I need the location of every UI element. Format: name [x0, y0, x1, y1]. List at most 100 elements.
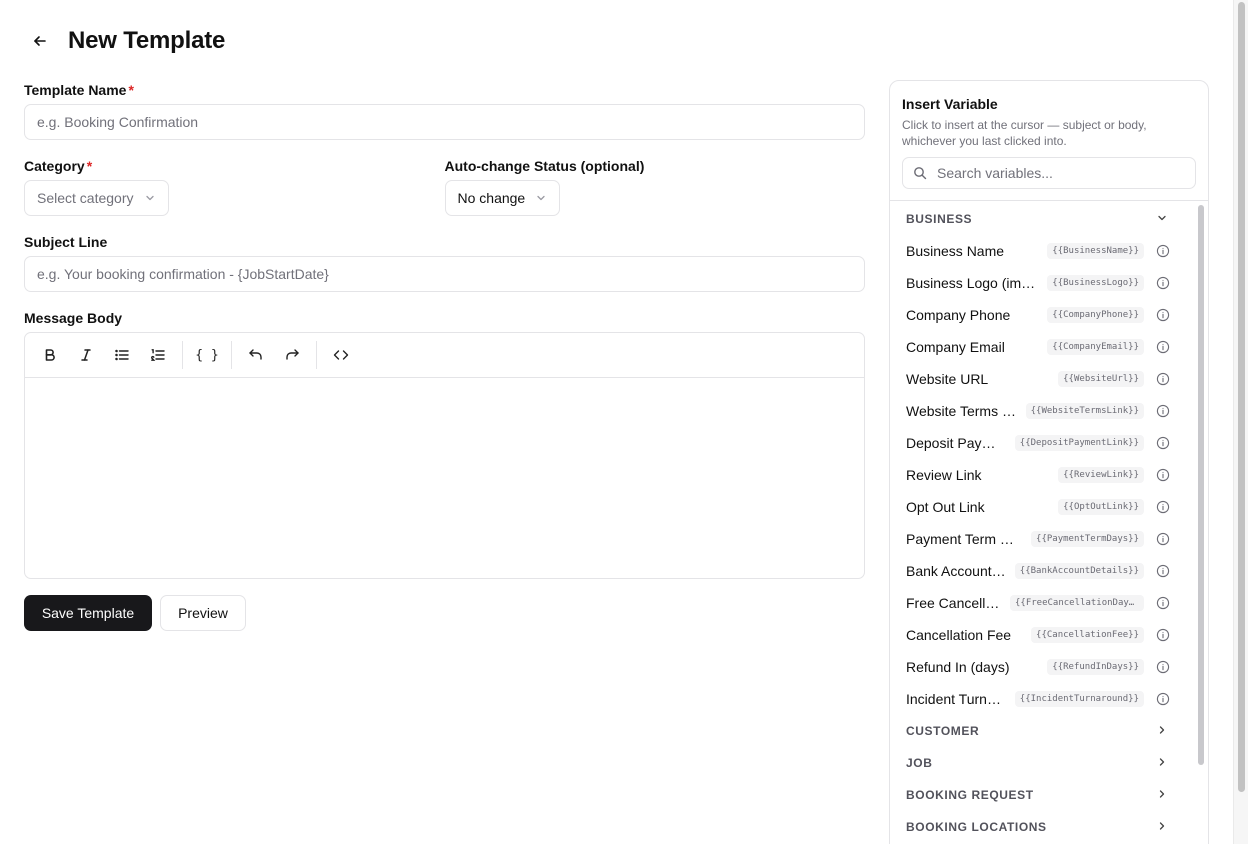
bullet-list-icon — [115, 349, 129, 361]
variable-item[interactable]: Company Email {{CompanyEmail}} — [890, 331, 1194, 363]
variable-search-input[interactable]: Search variables... — [902, 157, 1196, 189]
group-business[interactable]: BUSINESS — [890, 203, 1194, 235]
toolbar-divider — [316, 341, 317, 369]
message-body-label: Message Body — [24, 310, 123, 326]
variable-label: Cancellation Fee — [906, 627, 1012, 643]
variable-item[interactable]: Website URL {{WebsiteUrl}} — [890, 363, 1194, 395]
variable-item[interactable]: Review Link {{ReviewLink}} — [890, 459, 1194, 491]
back-button[interactable] — [24, 25, 56, 57]
category-select[interactable]: Select category — [24, 180, 169, 216]
ordered-list-button[interactable] — [140, 339, 176, 371]
info-icon[interactable] — [1156, 308, 1170, 322]
editor-toolbar: { } — [25, 333, 864, 378]
variable-item[interactable]: Refund In (days) {{RefundInDays}} — [890, 651, 1194, 683]
group-booking-locations[interactable]: BOOKING LOCATIONS — [890, 811, 1194, 843]
required-mark: * — [128, 82, 134, 98]
info-icon[interactable] — [1156, 692, 1170, 706]
variable-code: {{FreeCancellationDays}} — [1010, 595, 1144, 611]
variable-label: Incident Turnaround — [906, 691, 1015, 707]
variable-item[interactable]: Payment Term Days {{PaymentTermDays}} — [890, 523, 1194, 555]
info-icon[interactable] — [1156, 276, 1170, 290]
variable-item[interactable]: Free Cancellation Days{{FreeCancellation… — [890, 587, 1194, 619]
info-icon[interactable] — [1156, 244, 1170, 258]
variable-item[interactable]: Bank Account Details{{BankAccountDetails… — [890, 555, 1194, 587]
message-body-content[interactable] — [25, 378, 864, 578]
group-job[interactable]: JOB — [890, 747, 1194, 779]
variable-item[interactable]: Opt Out Link {{OptOutLink}} — [890, 491, 1194, 523]
subject-placeholder: e.g. Your booking confirmation - {JobSta… — [37, 266, 329, 282]
save-template-button[interactable]: Save Template — [24, 595, 152, 631]
auto-status-select[interactable]: No change — [444, 180, 561, 216]
insert-variable-button[interactable]: { } — [189, 339, 225, 371]
redo-button[interactable] — [274, 339, 310, 371]
variable-code: {{IncidentTurnaround}} — [1014, 691, 1144, 707]
bullet-list-button[interactable] — [104, 339, 140, 371]
chevron-down-icon — [144, 192, 156, 204]
ordered-list-icon — [151, 349, 165, 361]
code-view-button[interactable] — [323, 339, 359, 371]
italic-button[interactable] — [68, 339, 104, 371]
chevron-down-icon — [1156, 212, 1168, 227]
info-icon[interactable] — [1156, 436, 1170, 450]
variable-label: Company Phone — [906, 307, 1011, 323]
variable-label: Free Cancellation Days — [906, 595, 1010, 611]
info-icon[interactable] — [1156, 628, 1170, 642]
auto-status-select-value: No change — [457, 190, 526, 206]
info-icon[interactable] — [1156, 404, 1170, 418]
category-select-value: Select category — [37, 190, 134, 206]
group-customer[interactable]: CUSTOMER — [890, 715, 1194, 747]
chevron-right-icon — [1156, 756, 1168, 771]
code-icon — [333, 350, 349, 360]
variable-code: {{PaymentTermDays}} — [1031, 531, 1144, 547]
info-icon[interactable] — [1156, 564, 1170, 578]
variable-item[interactable]: Company Phone {{CompanyPhone}} — [890, 299, 1194, 331]
subject-input[interactable]: e.g. Your booking confirmation - {JobSta… — [24, 256, 865, 292]
variable-item[interactable]: Website Terms Link {{WebsiteTermsLink}} — [890, 395, 1194, 427]
template-name-placeholder: e.g. Booking Confirmation — [37, 114, 199, 130]
variable-item[interactable]: Business Logo (image) {{BusinessLogo}} — [890, 267, 1194, 299]
variable-item[interactable]: Business Name {{BusinessName}} — [890, 235, 1194, 267]
page-scrollbar[interactable] — [1233, 0, 1248, 844]
undo-icon — [249, 349, 262, 360]
page-title: New Template — [68, 27, 226, 54]
chevron-right-icon — [1156, 820, 1168, 835]
template-name-input[interactable]: e.g. Booking Confirmation — [24, 104, 865, 140]
info-icon[interactable] — [1156, 340, 1170, 354]
variable-label: Website Terms Link — [906, 403, 1026, 419]
variable-item[interactable]: Cancellation Fee {{CancellationFee}} — [890, 619, 1194, 651]
chevron-down-icon — [535, 192, 547, 204]
variable-label: Bank Account Details — [906, 563, 1015, 579]
variable-item[interactable]: Deposit Payment Link{{DepositPaymentLink… — [890, 427, 1194, 459]
search-icon — [913, 166, 927, 180]
group-label: BOOKING REQUEST — [906, 788, 1034, 802]
variable-code: {{CompanyPhone}} — [1047, 307, 1144, 323]
category-label: Category * — [24, 158, 93, 174]
page-scrollbar-thumb[interactable] — [1238, 2, 1245, 792]
info-icon[interactable] — [1156, 596, 1170, 610]
group-label: BOOKING LOCATIONS — [906, 820, 1047, 834]
info-icon[interactable] — [1156, 660, 1170, 674]
info-icon[interactable] — [1156, 532, 1170, 546]
variable-label: Payment Term Days — [906, 531, 1032, 547]
variable-code: {{BankAccountDetails}} — [1014, 563, 1144, 579]
preview-button[interactable]: Preview — [160, 595, 246, 631]
undo-button[interactable] — [238, 339, 274, 371]
info-icon[interactable] — [1156, 500, 1170, 514]
variable-code: {{WebsiteTermsLink}} — [1025, 403, 1144, 419]
variable-label: Review Link — [906, 467, 982, 483]
panel-scrollbar[interactable] — [1198, 205, 1204, 765]
message-body-editor: { } — [24, 332, 865, 579]
variable-code: {{CancellationFee}} — [1031, 627, 1144, 643]
insert-variable-panel: Insert Variable Click to insert at the c… — [889, 80, 1209, 844]
auto-status-label: Auto-change Status (optional) — [444, 158, 645, 174]
variable-label: Refund In (days) — [906, 659, 1010, 675]
variable-label: Business Name — [906, 243, 1005, 259]
variable-item[interactable]: Incident Turnaround{{IncidentTurnaround}… — [890, 683, 1194, 715]
bold-button[interactable] — [32, 339, 68, 371]
variable-list: BUSINESS Business Name {{BusinessName}} B… — [890, 203, 1194, 843]
variable-code: {{DepositPaymentLink}} — [1014, 435, 1144, 451]
info-icon[interactable] — [1156, 468, 1170, 482]
group-booking-request[interactable]: BOOKING REQUEST — [890, 779, 1194, 811]
variable-code: {{WebsiteUrl}} — [1058, 371, 1144, 387]
info-icon[interactable] — [1156, 372, 1170, 386]
